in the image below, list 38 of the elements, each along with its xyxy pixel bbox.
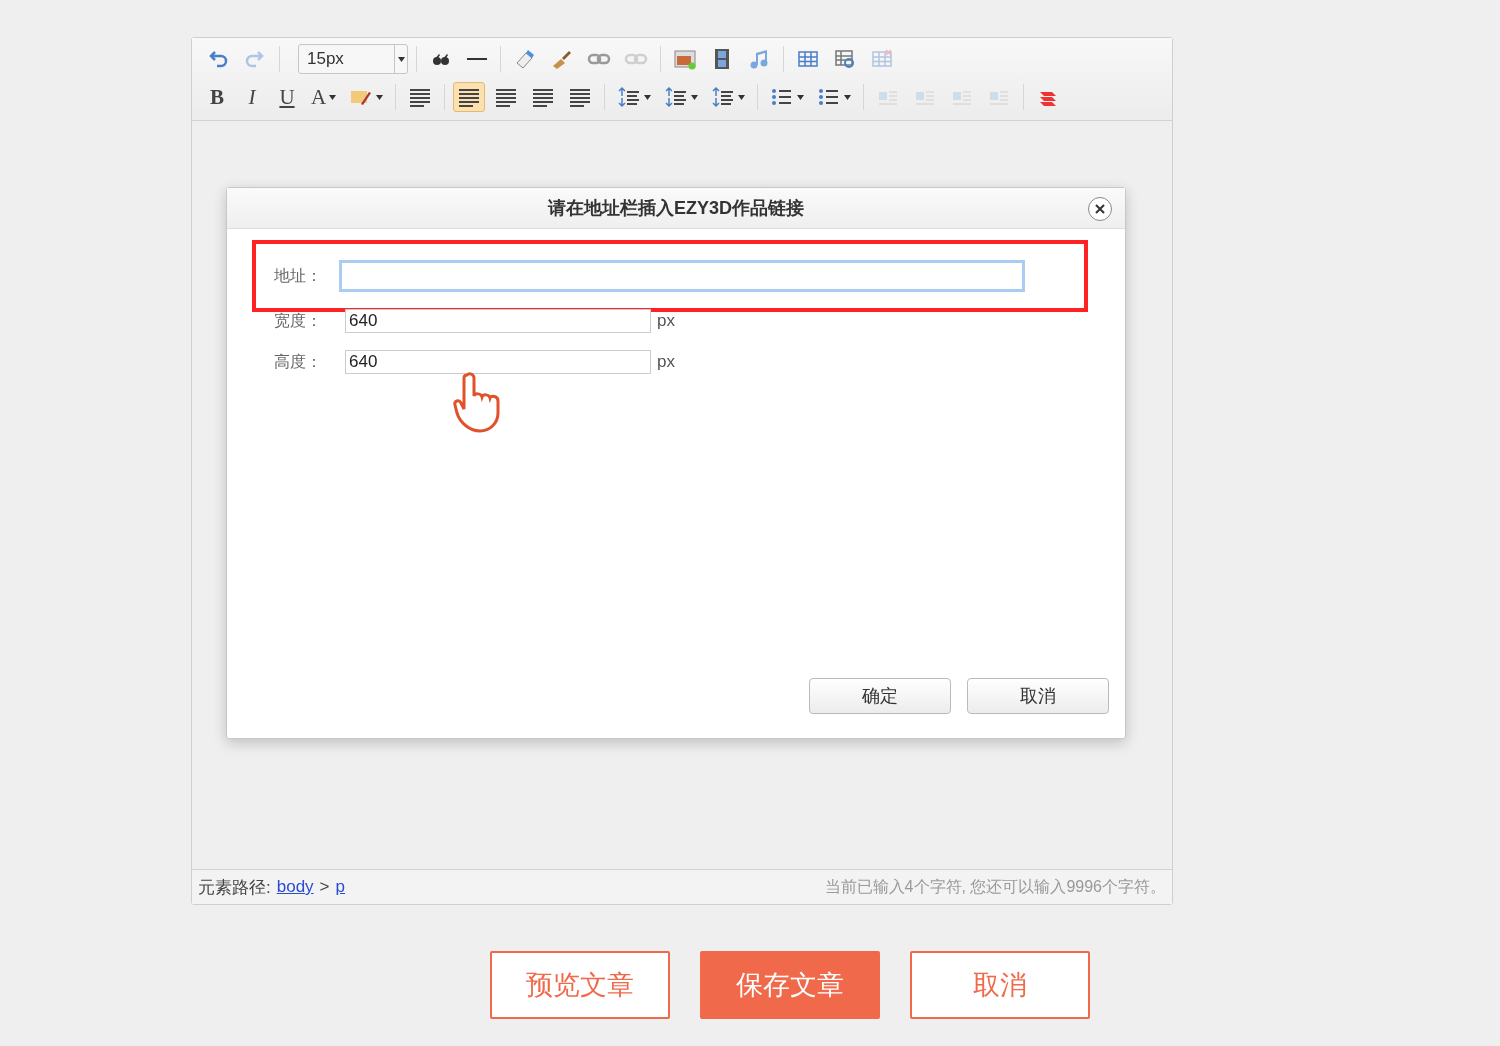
text-input-field[interactable]: 640 [345, 309, 651, 333]
tableprops-icon [833, 48, 857, 70]
font-size-dropdown[interactable]: 15px [298, 44, 408, 74]
dialog-title: 请在地址栏插入EZY3D作品链接 [548, 197, 804, 220]
spacebottom-icon [664, 86, 689, 108]
format-button[interactable]: U [272, 82, 302, 112]
tabledelete-icon [870, 48, 894, 70]
spacetop-icon [617, 86, 642, 108]
lineheight-icon [711, 86, 736, 108]
text-input-field[interactable]: 640 [345, 350, 651, 374]
text-input-field[interactable] [339, 260, 1025, 292]
field-label: 高度： [274, 351, 323, 372]
character-count: 当前已输入4个字符, 您还可以输入9996个字符。 [824, 876, 1166, 897]
dialog-button[interactable]: 取消 [967, 678, 1109, 714]
path-separator: > [319, 877, 330, 897]
alignright-icon [531, 86, 556, 108]
close-button[interactable] [1088, 197, 1112, 221]
unit-label: px [657, 352, 675, 372]
aligncenter-icon [494, 86, 519, 108]
path-label: 元素路径: [198, 876, 271, 899]
format-button[interactable]: A [307, 82, 341, 112]
unit-label: px [657, 311, 675, 331]
alignleft-icon [457, 86, 482, 108]
format-button[interactable]: I [237, 82, 267, 112]
caret-icon [397, 56, 405, 62]
justify-icon [568, 86, 593, 108]
dialog-button[interactable]: 确定 [809, 678, 951, 714]
format-button[interactable]: B [202, 82, 232, 112]
alignleft-button[interactable] [453, 82, 486, 112]
field-label: 宽度： [274, 310, 323, 331]
path-link[interactable]: body [276, 877, 314, 897]
close-icon [1095, 204, 1105, 214]
field-label: 地址： [274, 265, 323, 286]
indent-icon [408, 86, 433, 108]
table-icon [796, 48, 820, 70]
pointer-hand-icon [453, 371, 503, 435]
path-link[interactable]: p [335, 877, 345, 897]
image-icon [673, 48, 697, 70]
